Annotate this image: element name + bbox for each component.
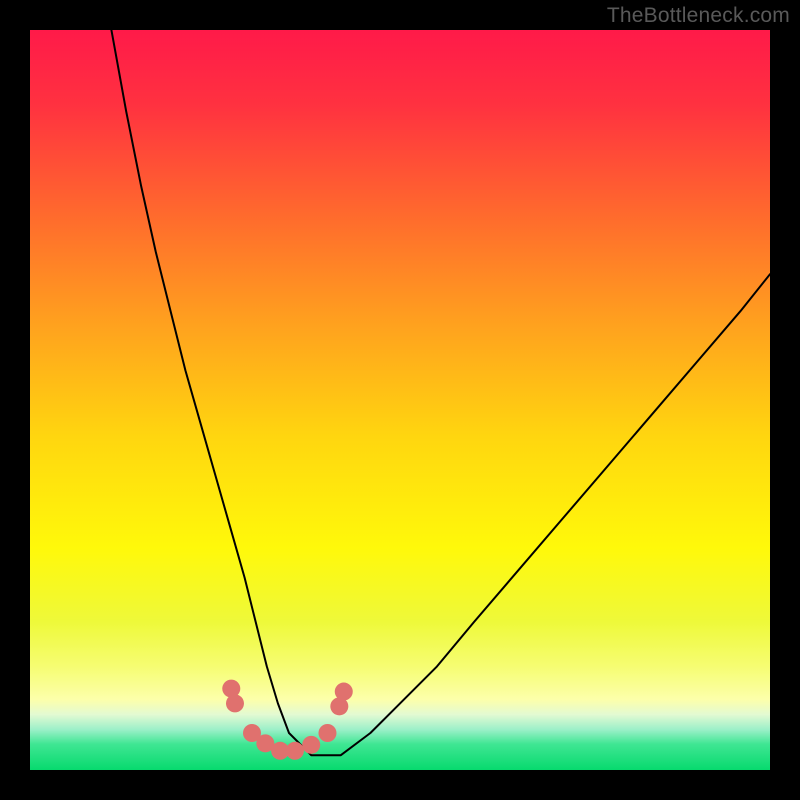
watermark-text: TheBottleneck.com (607, 4, 790, 28)
marker-dot (335, 683, 353, 701)
bottleneck-curve-path (111, 30, 770, 755)
marker-dot (318, 724, 336, 742)
marker-dot (286, 742, 304, 760)
curve-layer (30, 30, 770, 770)
chart-container: TheBottleneck.com (0, 0, 800, 800)
marker-dot (302, 736, 320, 754)
marker-dot (226, 694, 244, 712)
plot-area (30, 30, 770, 770)
